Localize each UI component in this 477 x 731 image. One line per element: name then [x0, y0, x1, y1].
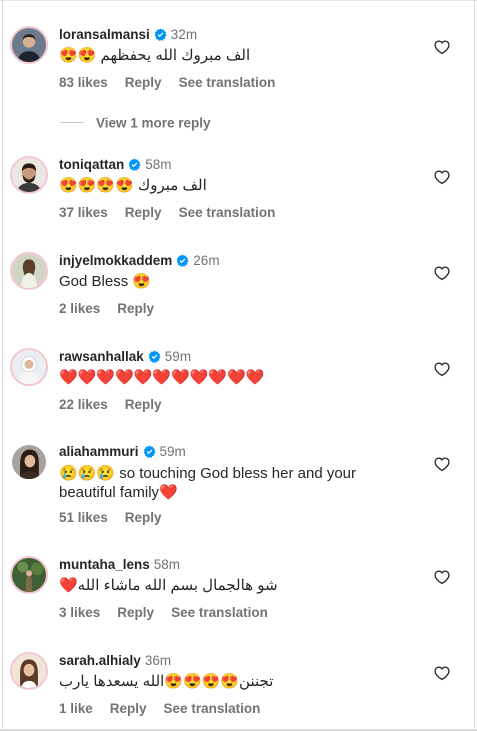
- see-translation-button[interactable]: See translation: [179, 75, 276, 90]
- comment-time: 58m: [153, 557, 181, 572]
- verified-badge-icon: [177, 254, 189, 267]
- comment-time: 58m: [145, 157, 172, 172]
- comment-actions: 37 likes Reply See translation: [59, 205, 292, 220]
- like-comment-button[interactable]: [434, 265, 450, 281]
- like-comment-button[interactable]: [434, 361, 450, 377]
- avatar-image: [12, 558, 46, 592]
- avatar[interactable]: [10, 26, 48, 64]
- comment-header: aliahammuri 59m: [59, 444, 186, 462]
- like-comment-button[interactable]: [434, 169, 450, 185]
- comment-actions: 2 likes Reply: [59, 301, 171, 316]
- username[interactable]: toniqattan: [59, 157, 124, 172]
- top-border: [0, 0, 477, 1]
- comment-actions: 51 likes Reply: [59, 510, 179, 525]
- like-comment-button[interactable]: [434, 569, 450, 585]
- avatar[interactable]: [10, 443, 48, 481]
- heart-outline-icon: [434, 362, 450, 377]
- comment-text: الف مبروك الله يحفظهم 😍😍: [59, 47, 251, 64]
- likes-count[interactable]: 1 like: [59, 701, 93, 716]
- likes-count[interactable]: 2 likes: [59, 301, 100, 316]
- comment-header: muntaha_lens 58m: [59, 557, 180, 575]
- comment-actions: 1 like Reply See translation: [59, 701, 277, 716]
- avatar[interactable]: [10, 156, 48, 194]
- comment-text: الف مبروك 😍😍😍😍: [59, 177, 207, 194]
- see-translation-button[interactable]: See translation: [164, 701, 261, 716]
- likes-count[interactable]: 3 likes: [59, 605, 100, 620]
- comment-header: rawsanhallak 59m: [59, 349, 191, 367]
- avatar-image: [12, 350, 46, 384]
- verified-badge-icon: [129, 158, 141, 171]
- comment-header: sarah.alhialy 36m: [59, 653, 171, 671]
- see-translation-button[interactable]: See translation: [179, 205, 276, 220]
- view-more-replies-button[interactable]: View 1 more reply: [60, 114, 211, 132]
- verified-badge-icon: [154, 28, 167, 41]
- reply-button[interactable]: Reply: [117, 301, 154, 316]
- username[interactable]: muntaha_lens: [59, 557, 150, 572]
- likes-count[interactable]: 83 likes: [59, 75, 108, 90]
- heart-outline-icon: [434, 457, 450, 472]
- heart-outline-icon: [434, 40, 450, 55]
- see-translation-button[interactable]: See translation: [171, 605, 268, 620]
- comment-text: God Bless 😍: [59, 273, 152, 290]
- like-comment-button[interactable]: [434, 665, 450, 681]
- comment-header: loransalmansi 32m: [59, 27, 197, 45]
- reply-button[interactable]: Reply: [125, 510, 162, 525]
- avatar[interactable]: [10, 348, 48, 386]
- right-border: [474, 0, 475, 731]
- heart-outline-icon: [434, 666, 450, 681]
- likes-count[interactable]: 22 likes: [59, 397, 108, 412]
- verified-badge-icon: [143, 445, 156, 458]
- username[interactable]: aliahammuri: [59, 444, 139, 459]
- comment-actions: 83 likes Reply See translation: [59, 75, 292, 90]
- comment-time: 59m: [159, 444, 186, 459]
- username[interactable]: rawsanhallak: [59, 349, 144, 364]
- reply-button[interactable]: Reply: [125, 205, 162, 220]
- reply-button[interactable]: Reply: [117, 605, 154, 620]
- comment-text: 😢😢😢 so touching God bless her and your b…: [59, 465, 357, 501]
- comment-text: ❤️❤️❤️❤️❤️❤️❤️❤️❤️❤️❤️: [59, 369, 265, 386]
- likes-count[interactable]: 37 likes: [59, 205, 108, 220]
- username[interactable]: loransalmansi: [59, 27, 150, 42]
- avatar-image: [12, 254, 46, 288]
- comment-time: 36m: [144, 653, 172, 668]
- username[interactable]: injyelmokkaddem: [59, 253, 172, 268]
- comment-header: toniqattan 58m: [59, 157, 172, 175]
- avatar[interactable]: [10, 652, 48, 690]
- avatar-image: [12, 445, 46, 479]
- reply-button[interactable]: Reply: [125, 75, 162, 90]
- likes-count[interactable]: 51 likes: [59, 510, 108, 525]
- comment-header: injyelmokkaddem 26m: [59, 253, 220, 271]
- view-more-replies-label: View 1 more reply: [96, 115, 211, 131]
- avatar[interactable]: [10, 252, 48, 290]
- avatar-image: [12, 654, 46, 688]
- username[interactable]: sarah.alhialy: [59, 653, 141, 668]
- heart-outline-icon: [434, 266, 450, 281]
- avatar-image: [12, 158, 46, 192]
- like-comment-button[interactable]: [434, 456, 450, 472]
- comment-text: شو هالجمال بسم الله ماشاء الله❤️: [59, 577, 278, 594]
- comment-time: 59m: [164, 349, 192, 364]
- reply-button[interactable]: Reply: [110, 701, 147, 716]
- heart-outline-icon: [434, 570, 450, 585]
- comment-actions: 3 likes Reply See translation: [59, 605, 285, 620]
- avatar[interactable]: [10, 556, 48, 594]
- comment-time: 26m: [193, 253, 220, 268]
- comment-actions: 22 likes Reply: [59, 397, 179, 412]
- heart-outline-icon: [434, 170, 450, 185]
- reply-button[interactable]: Reply: [125, 397, 162, 412]
- like-comment-button[interactable]: [434, 39, 450, 55]
- avatar-image: [12, 28, 46, 62]
- left-border: [2, 0, 3, 731]
- comment-text: تجننن😍😍😍😍الله يسعدها يارب: [59, 673, 274, 690]
- verified-badge-icon: [148, 350, 161, 363]
- divider: [60, 122, 84, 124]
- comment-time: 32m: [170, 27, 198, 42]
